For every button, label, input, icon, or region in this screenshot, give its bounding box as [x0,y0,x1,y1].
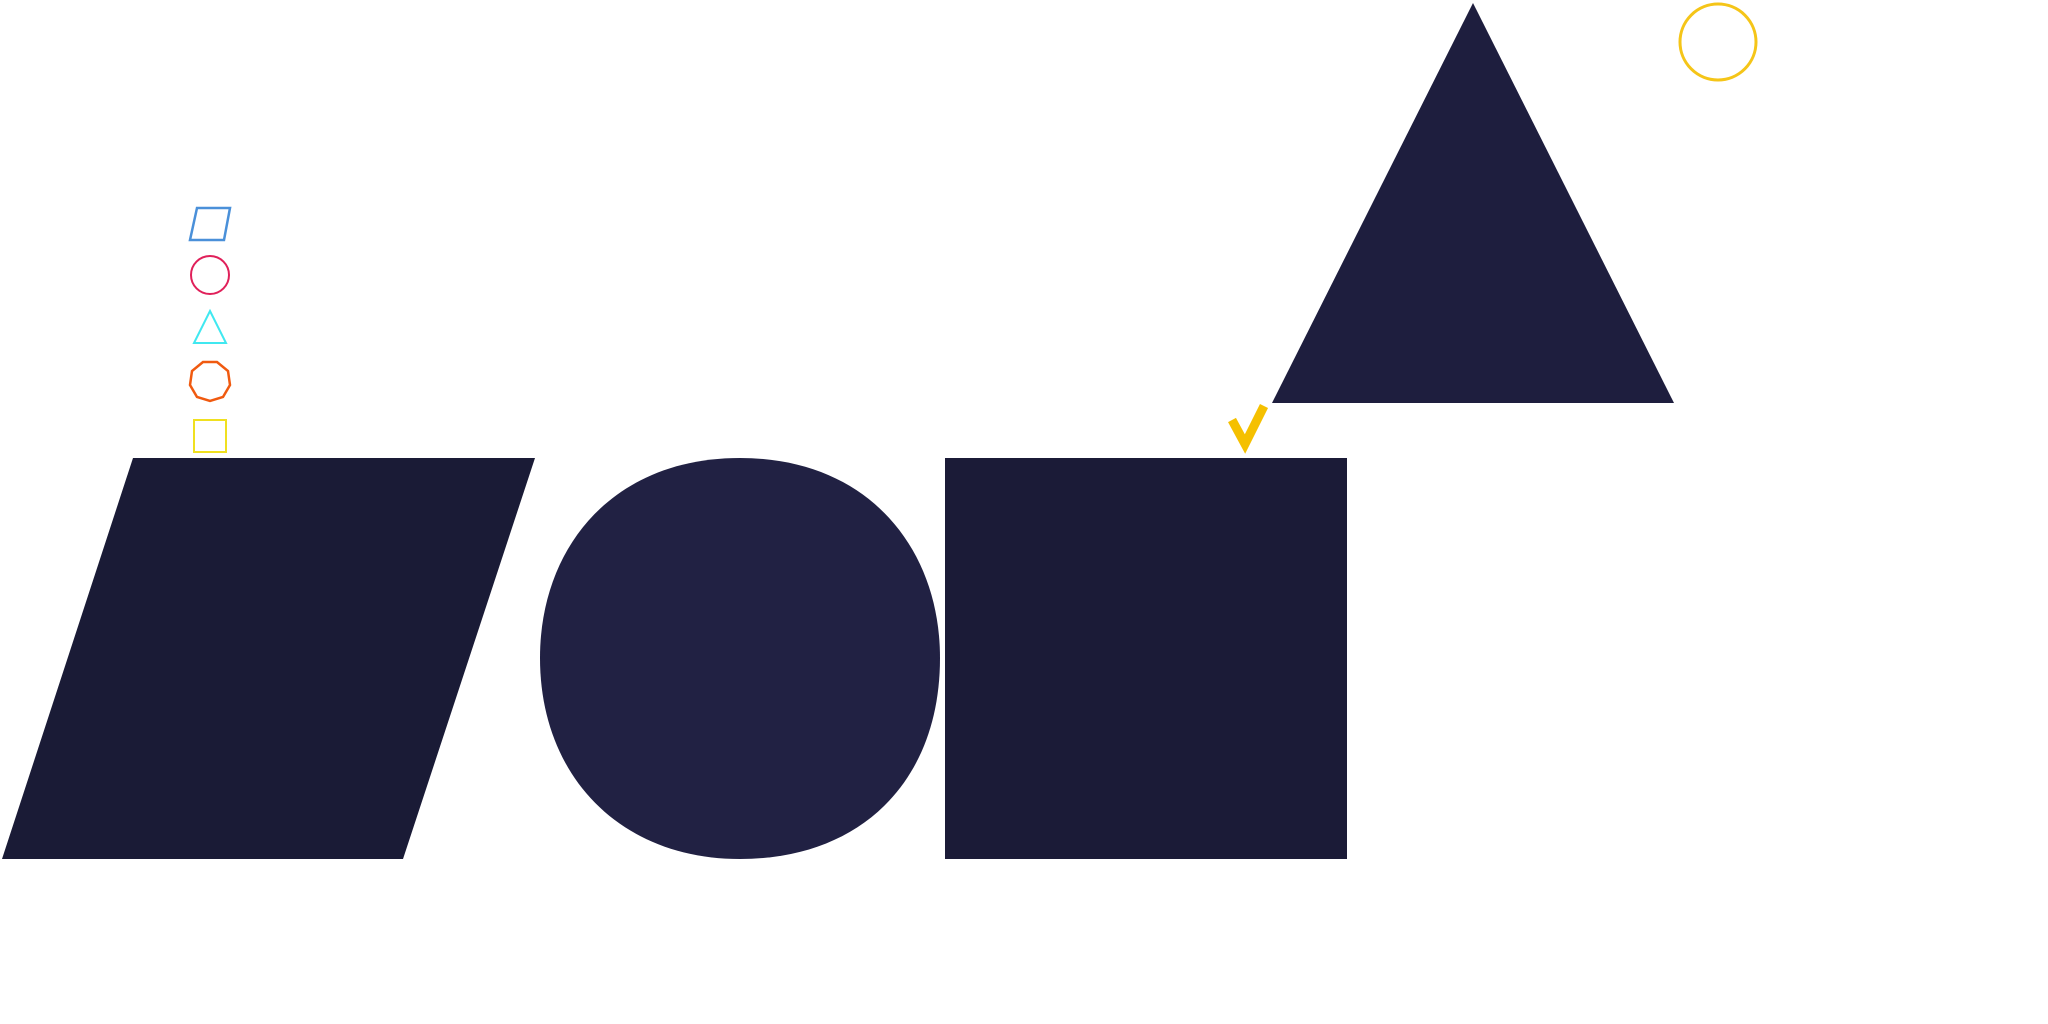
shapes-canvas [0,0,2048,1024]
canvas-stage [0,0,2048,1024]
square-shape[interactable] [945,458,1347,859]
circle-shape[interactable] [540,458,940,859]
